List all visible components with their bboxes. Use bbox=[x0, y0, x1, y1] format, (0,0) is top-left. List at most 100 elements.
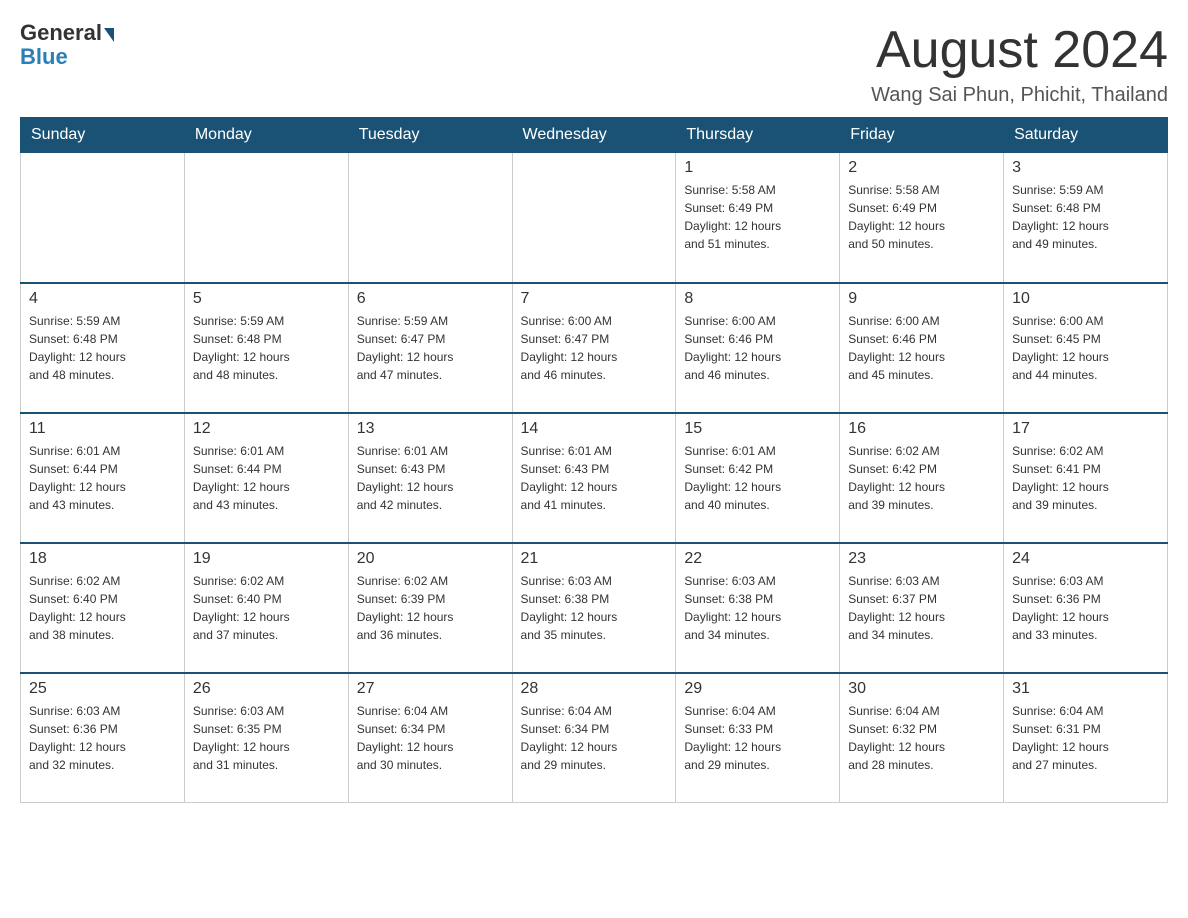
day-info: Sunrise: 6:01 AMSunset: 6:42 PMDaylight:… bbox=[684, 442, 831, 514]
day-info: Sunrise: 6:04 AMSunset: 6:34 PMDaylight:… bbox=[521, 702, 668, 774]
calendar-cell: 26Sunrise: 6:03 AMSunset: 6:35 PMDayligh… bbox=[184, 673, 348, 803]
day-info: Sunrise: 6:02 AMSunset: 6:40 PMDaylight:… bbox=[193, 572, 340, 644]
calendar-cell: 17 Sunrise: 6:02 AMSunset: 6:41 PMDayligh… bbox=[1004, 413, 1168, 543]
day-info: Sunrise: 6:04 AMSunset: 6:34 PMDaylight:… bbox=[357, 702, 504, 774]
calendar-cell: 24 Sunrise: 6:03 AMSunset: 6:36 PMDayligh… bbox=[1004, 543, 1168, 673]
calendar-cell: 11Sunrise: 6:01 AMSunset: 6:44 PMDayligh… bbox=[21, 413, 185, 543]
day-number: 28 bbox=[521, 680, 668, 698]
calendar-week-row: 18Sunrise: 6:02 AMSunset: 6:40 PMDayligh… bbox=[21, 543, 1168, 673]
calendar-cell: 20 Sunrise: 6:02 AMSunset: 6:39 PMDayligh… bbox=[348, 543, 512, 673]
day-number: 9 bbox=[848, 290, 995, 308]
calendar-header-thursday: Thursday bbox=[676, 118, 840, 153]
day-number: 27 bbox=[357, 680, 504, 698]
day-info: Sunrise: 6:03 AMSunset: 6:38 PMDaylight:… bbox=[521, 572, 668, 644]
day-number: 31 bbox=[1012, 680, 1159, 698]
day-info: Sunrise: 6:03 AMSunset: 6:36 PMDaylight:… bbox=[1012, 572, 1159, 644]
day-number: 2 bbox=[848, 159, 995, 177]
day-info: Sunrise: 6:03 AMSunset: 6:37 PMDaylight:… bbox=[848, 572, 995, 644]
calendar-cell: 16 Sunrise: 6:02 AMSunset: 6:42 PMDayligh… bbox=[840, 413, 1004, 543]
calendar-cell: 9 Sunrise: 6:00 AMSunset: 6:46 PMDaylight… bbox=[840, 283, 1004, 413]
day-number: 12 bbox=[193, 420, 340, 438]
day-info: Sunrise: 6:02 AMSunset: 6:40 PMDaylight:… bbox=[29, 572, 176, 644]
day-info: Sunrise: 6:02 AMSunset: 6:42 PMDaylight:… bbox=[848, 442, 995, 514]
calendar-week-row: 4 Sunrise: 5:59 AMSunset: 6:48 PMDaylight… bbox=[21, 283, 1168, 413]
calendar-week-row: 11 Sunrise: 6:01 AMSunset: 6:44 PMDayligh… bbox=[21, 413, 1168, 543]
calendar-cell: 15 Sunrise: 6:01 AMSunset: 6:42 PMDayligh… bbox=[676, 413, 840, 543]
calendar-cell: 12 Sunrise: 6:01 AMSunset: 6:44 PMDayligh… bbox=[184, 413, 348, 543]
calendar-cell: 28 Sunrise: 6:04 AMSunset: 6:34 PMDayligh… bbox=[512, 673, 676, 803]
calendar-cell: 5 Sunrise: 5:59 AMSunset: 6:48 PMDaylight… bbox=[184, 283, 348, 413]
calendar-cell: 3 Sunrise: 5:59 AMSunset: 6:48 PMDaylight… bbox=[1004, 153, 1168, 283]
day-info: Sunrise: 6:03 AMSunset: 6:38 PMDaylight:… bbox=[684, 572, 831, 644]
logo: General Blue bbox=[20, 20, 114, 70]
day-number: 19 bbox=[193, 550, 340, 568]
calendar-cell bbox=[21, 153, 185, 283]
day-info: Sunrise: 6:00 AMSunset: 6:45 PMDaylight:… bbox=[1012, 312, 1159, 384]
calendar-cell: 25 Sunrise: 6:03 AMSunset: 6:36 PMDayligh… bbox=[21, 673, 185, 803]
day-number: 13 bbox=[357, 420, 504, 438]
day-number: 6 bbox=[357, 290, 504, 308]
calendar-cell: 18Sunrise: 6:02 AMSunset: 6:40 PMDayligh… bbox=[21, 543, 185, 673]
day-number: 5 bbox=[193, 290, 340, 308]
calendar-header-saturday: Saturday bbox=[1004, 118, 1168, 153]
calendar-cell: 10 Sunrise: 6:00 AMSunset: 6:45 PMDayligh… bbox=[1004, 283, 1168, 413]
day-info: Sunrise: 5:59 AMSunset: 6:48 PMDaylight:… bbox=[193, 312, 340, 384]
calendar-cell: 19 Sunrise: 6:02 AMSunset: 6:40 PMDayligh… bbox=[184, 543, 348, 673]
logo-general-text: General bbox=[20, 20, 114, 46]
day-number: 11 bbox=[29, 420, 176, 438]
day-info: Sunrise: 6:04 AMSunset: 6:31 PMDaylight:… bbox=[1012, 702, 1159, 774]
calendar-cell: 30 Sunrise: 6:04 AMSunset: 6:32 PMDayligh… bbox=[840, 673, 1004, 803]
calendar-cell: 7Sunrise: 6:00 AMSunset: 6:47 PMDaylight… bbox=[512, 283, 676, 413]
day-info: Sunrise: 6:03 AMSunset: 6:35 PMDaylight:… bbox=[193, 702, 340, 774]
calendar-cell: 31 Sunrise: 6:04 AMSunset: 6:31 PMDayligh… bbox=[1004, 673, 1168, 803]
calendar-header-wednesday: Wednesday bbox=[512, 118, 676, 153]
calendar-cell bbox=[348, 153, 512, 283]
day-number: 3 bbox=[1012, 159, 1159, 177]
day-info: Sunrise: 6:01 AMSunset: 6:43 PMDaylight:… bbox=[521, 442, 668, 514]
calendar-header-friday: Friday bbox=[840, 118, 1004, 153]
calendar-cell: 13 Sunrise: 6:01 AMSunset: 6:43 PMDayligh… bbox=[348, 413, 512, 543]
calendar-cell: 27 Sunrise: 6:04 AMSunset: 6:34 PMDayligh… bbox=[348, 673, 512, 803]
day-number: 22 bbox=[684, 550, 831, 568]
calendar-cell: 23 Sunrise: 6:03 AMSunset: 6:37 PMDayligh… bbox=[840, 543, 1004, 673]
day-info: Sunrise: 6:02 AMSunset: 6:39 PMDaylight:… bbox=[357, 572, 504, 644]
day-number: 14 bbox=[521, 420, 668, 438]
day-info: Sunrise: 6:04 AMSunset: 6:33 PMDaylight:… bbox=[684, 702, 831, 774]
day-number: 25 bbox=[29, 680, 176, 698]
calendar-header-monday: Monday bbox=[184, 118, 348, 153]
calendar-cell bbox=[184, 153, 348, 283]
day-number: 8 bbox=[684, 290, 831, 308]
day-number: 20 bbox=[357, 550, 504, 568]
day-number: 10 bbox=[1012, 290, 1159, 308]
day-info: Sunrise: 6:02 AMSunset: 6:41 PMDaylight:… bbox=[1012, 442, 1159, 514]
day-number: 24 bbox=[1012, 550, 1159, 568]
day-info: Sunrise: 6:03 AMSunset: 6:36 PMDaylight:… bbox=[29, 702, 176, 774]
calendar-cell bbox=[512, 153, 676, 283]
day-info: Sunrise: 6:00 AMSunset: 6:46 PMDaylight:… bbox=[848, 312, 995, 384]
calendar-cell: 2 Sunrise: 5:58 AMSunset: 6:49 PMDaylight… bbox=[840, 153, 1004, 283]
calendar-cell: 1Sunrise: 5:58 AMSunset: 6:49 PMDaylight… bbox=[676, 153, 840, 283]
day-info: Sunrise: 5:58 AMSunset: 6:49 PMDaylight:… bbox=[848, 181, 995, 253]
day-number: 21 bbox=[521, 550, 668, 568]
day-number: 16 bbox=[848, 420, 995, 438]
calendar-table: SundayMondayTuesdayWednesdayThursdayFrid… bbox=[20, 117, 1168, 803]
day-info: Sunrise: 6:01 AMSunset: 6:43 PMDaylight:… bbox=[357, 442, 504, 514]
calendar-week-row: 1Sunrise: 5:58 AMSunset: 6:49 PMDaylight… bbox=[21, 153, 1168, 283]
day-number: 15 bbox=[684, 420, 831, 438]
day-number: 23 bbox=[848, 550, 995, 568]
day-number: 17 bbox=[1012, 420, 1159, 438]
calendar-cell: 8Sunrise: 6:00 AMSunset: 6:46 PMDaylight… bbox=[676, 283, 840, 413]
day-info: Sunrise: 6:01 AMSunset: 6:44 PMDaylight:… bbox=[193, 442, 340, 514]
day-info: Sunrise: 5:58 AMSunset: 6:49 PMDaylight:… bbox=[684, 181, 831, 253]
logo-arrow-icon bbox=[104, 28, 114, 42]
day-number: 4 bbox=[29, 290, 176, 308]
calendar-cell: 22 Sunrise: 6:03 AMSunset: 6:38 PMDayligh… bbox=[676, 543, 840, 673]
day-info: Sunrise: 5:59 AMSunset: 6:48 PMDaylight:… bbox=[1012, 181, 1159, 253]
title-section: August 2024 Wang Sai Phun, Phichit, Thai… bbox=[871, 20, 1168, 107]
calendar-cell: 6Sunrise: 5:59 AMSunset: 6:47 PMDaylight… bbox=[348, 283, 512, 413]
day-info: Sunrise: 6:04 AMSunset: 6:32 PMDaylight:… bbox=[848, 702, 995, 774]
calendar-cell: 29 Sunrise: 6:04 AMSunset: 6:33 PMDayligh… bbox=[676, 673, 840, 803]
day-info: Sunrise: 5:59 AMSunset: 6:48 PMDaylight:… bbox=[29, 312, 176, 384]
day-number: 29 bbox=[684, 680, 831, 698]
day-number: 30 bbox=[848, 680, 995, 698]
